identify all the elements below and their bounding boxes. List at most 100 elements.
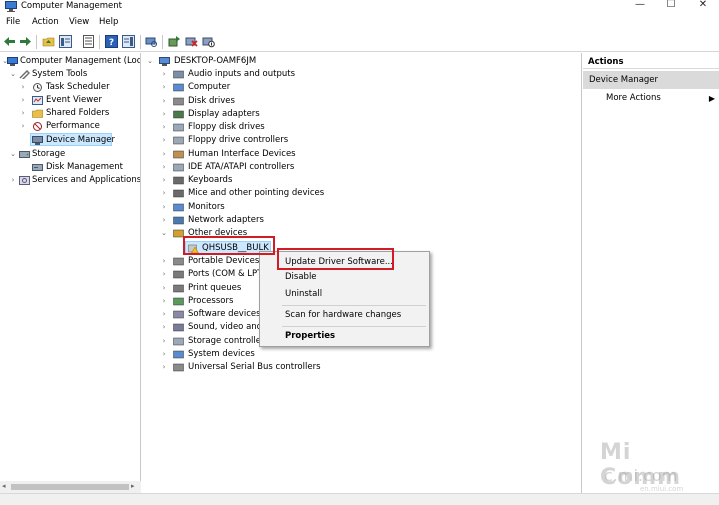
menu-view[interactable]: View — [69, 17, 89, 27]
disable-device-icon[interactable] — [202, 35, 215, 48]
expand-chevron-icon[interactable]: › — [9, 174, 17, 187]
computer-management-icon — [5, 1, 17, 12]
expand-chevron-icon[interactable]: › — [160, 95, 168, 108]
expand-chevron-icon[interactable]: › — [19, 120, 27, 133]
toolbar-separator — [36, 35, 37, 49]
tree-item-device-manager[interactable]: Device Manager — [30, 133, 116, 146]
device-category-label: Disk drives — [188, 95, 235, 106]
expand-chevron-icon[interactable]: › — [160, 68, 168, 81]
update-driver-icon[interactable] — [168, 35, 181, 48]
expand-chevron-icon[interactable]: › — [160, 187, 168, 200]
highlight-box-device — [183, 236, 275, 255]
expand-chevron-icon[interactable]: › — [160, 295, 168, 308]
device-category-icon — [173, 150, 184, 158]
scan-hardware-icon[interactable] — [145, 35, 158, 48]
window-title: Computer Management — [21, 1, 122, 11]
horizontal-scrollbar[interactable]: ◂ ▸ — [0, 481, 141, 493]
menu-help[interactable]: Help — [99, 17, 118, 27]
device-category-icon — [173, 190, 184, 198]
disable-item[interactable]: Disable — [285, 271, 317, 284]
device-category-label: Display adapters — [188, 108, 260, 119]
device-category-label: Computer — [188, 82, 231, 93]
close-button[interactable]: ✕ — [689, 0, 717, 12]
expand-chevron-icon[interactable]: › — [160, 81, 168, 94]
device-category-label: Software devices — [188, 309, 261, 319]
expand-chevron-icon[interactable]: › — [160, 201, 168, 214]
actions-section-device-manager[interactable]: Device Manager — [583, 71, 719, 89]
toolbar-separator — [140, 35, 141, 49]
show-action-pane-icon[interactable] — [122, 35, 135, 48]
properties-item[interactable]: Properties — [285, 330, 335, 343]
toolbar-separator — [162, 35, 163, 49]
device-category-label: Keyboards — [188, 175, 233, 185]
properties-sheet-icon[interactable] — [82, 35, 95, 48]
scrollbar-thumb[interactable] — [11, 484, 129, 490]
uninstall-item[interactable]: Uninstall — [285, 288, 322, 301]
tools-icon — [19, 70, 30, 79]
expand-chevron-icon[interactable]: › — [160, 214, 168, 227]
event-viewer-icon — [32, 96, 43, 105]
services-icon — [19, 176, 30, 185]
expand-chevron-icon[interactable]: › — [160, 335, 168, 348]
expand-chevron-icon[interactable]: › — [160, 174, 168, 187]
submenu-arrow-icon[interactable]: ▶ — [709, 92, 715, 105]
collapse-chevron-icon[interactable]: ⌄ — [9, 148, 17, 161]
toolbar: ? — [0, 32, 719, 52]
forward-arrow-icon[interactable] — [19, 35, 32, 48]
menu-bar: File Action View Help — [0, 15, 719, 31]
expand-chevron-icon[interactable]: › — [160, 121, 168, 134]
device-category-label: Storage controller — [188, 335, 265, 346]
back-arrow-icon[interactable] — [3, 35, 16, 48]
device-category-icon — [173, 324, 184, 332]
computer-management-icon — [7, 57, 18, 66]
scan-for-hardware-changes-item[interactable]: Scan for hardware changes — [285, 309, 401, 322]
device-category-icon — [173, 84, 184, 92]
menu-action[interactable]: Action — [32, 17, 59, 27]
device-category-icon — [173, 350, 184, 358]
status-bar — [0, 493, 719, 505]
device-category-icon — [173, 137, 184, 145]
menu-file[interactable]: File — [6, 17, 20, 27]
device-category-label: IDE ATA/ATAPI controllers — [188, 161, 295, 172]
device-category-icon — [173, 310, 184, 319]
expand-chevron-icon[interactable]: › — [160, 361, 168, 374]
expand-chevron-icon[interactable]: › — [160, 268, 168, 281]
disk-management-icon — [32, 164, 43, 171]
collapse-chevron-icon[interactable]: ⌄ — [160, 227, 168, 240]
device-category-label: Network adapters — [188, 214, 264, 225]
collapse-chevron-icon[interactable]: ⌄ — [146, 55, 154, 68]
watermark-line-3: en.miui.com — [640, 485, 684, 493]
expand-chevron-icon[interactable]: › — [19, 107, 27, 120]
device-category-label: Audio inputs and outputs — [188, 69, 296, 79]
device-category-icon — [173, 176, 184, 185]
expand-chevron-icon[interactable]: › — [160, 308, 168, 321]
help-icon[interactable]: ? — [105, 35, 118, 48]
scroll-right-arrow-icon[interactable]: ▸ — [131, 482, 135, 490]
expand-chevron-icon[interactable]: › — [160, 255, 168, 268]
watermark: Mi Comm c.mi.com en.miui.com — [600, 440, 719, 493]
maximize-button[interactable]: ☐ — [657, 0, 685, 12]
expand-chevron-icon[interactable]: › — [160, 148, 168, 161]
expand-chevron-icon[interactable]: › — [19, 81, 27, 94]
device-category-label: Sound, video and — [188, 322, 263, 333]
expand-chevron-icon[interactable]: › — [160, 321, 168, 334]
svg-text:?: ? — [109, 38, 114, 48]
device-category-label: Universal Serial Bus controllers — [188, 362, 321, 372]
device-category-label: Print queues — [188, 282, 242, 293]
expand-chevron-icon[interactable]: › — [160, 108, 168, 121]
expand-chevron-icon[interactable]: › — [160, 134, 168, 147]
uninstall-device-icon[interactable] — [185, 35, 198, 48]
expand-chevron-icon[interactable]: › — [160, 348, 168, 361]
show-hide-console-tree-icon[interactable] — [59, 35, 72, 48]
more-actions-link[interactable]: More Actions — [606, 92, 661, 105]
expand-chevron-icon[interactable]: › — [19, 94, 27, 107]
expand-chevron-icon[interactable]: › — [160, 161, 168, 174]
up-folder-icon[interactable] — [42, 35, 55, 48]
scroll-left-arrow-icon[interactable]: ◂ — [2, 482, 6, 490]
expand-chevron-icon[interactable]: › — [160, 282, 168, 295]
device-category-icon — [173, 163, 184, 171]
collapse-chevron-icon[interactable]: ⌄ — [9, 68, 17, 81]
shared-folder-icon — [32, 109, 43, 118]
tree-label: Device Manager — [46, 135, 116, 145]
minimize-button[interactable]: — — [626, 0, 654, 12]
